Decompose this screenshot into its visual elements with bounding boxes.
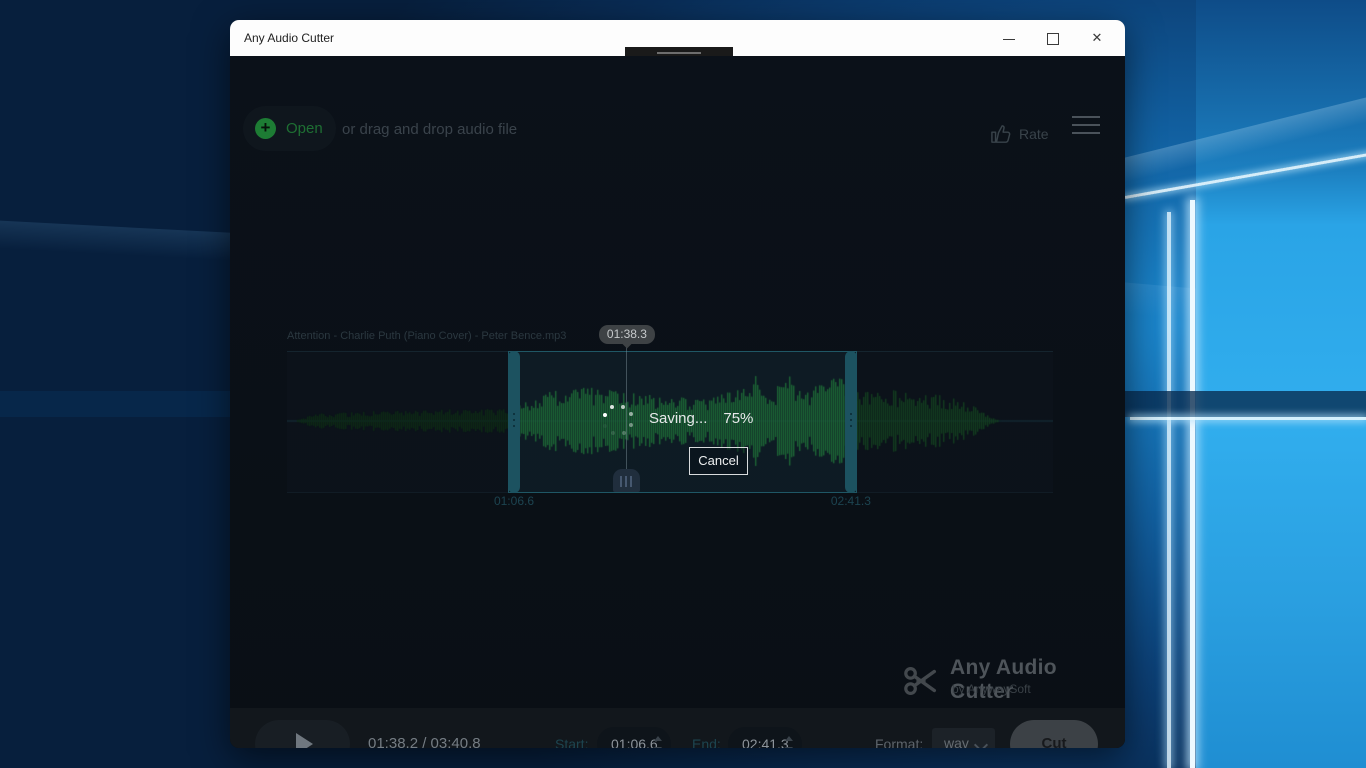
grip-slot-icon bbox=[620, 476, 622, 487]
app-window: Any Audio Cutter ✕ + Open or drag and dr… bbox=[230, 20, 1125, 748]
grip-dot-icon bbox=[850, 419, 852, 421]
thumbs-up-icon bbox=[990, 124, 1012, 144]
spinner-arrows-icon[interactable] bbox=[785, 735, 793, 748]
drag-drop-hint: or drag and drop audio file bbox=[342, 121, 517, 138]
minimize-icon bbox=[1003, 39, 1015, 40]
window-title: Any Audio Cutter bbox=[244, 20, 334, 56]
grip-slot-icon bbox=[625, 476, 627, 487]
selection-end-handle[interactable] bbox=[845, 351, 857, 493]
format-value: wav bbox=[944, 728, 969, 748]
play-button[interactable] bbox=[255, 720, 350, 748]
chevron-down-icon bbox=[974, 738, 988, 748]
hamburger-icon bbox=[1072, 132, 1100, 134]
minimize-button[interactable] bbox=[987, 20, 1031, 56]
selection-start-time: 01:06.6 bbox=[494, 494, 534, 508]
start-label: Start: bbox=[555, 708, 588, 748]
close-icon: ✕ bbox=[1075, 20, 1119, 56]
playback-time-display: 01:38.2 / 03:40.8 bbox=[368, 708, 481, 748]
end-label: End: bbox=[692, 708, 721, 748]
grip-slot-icon bbox=[630, 476, 632, 487]
start-time-input[interactable]: 01:06.6 bbox=[597, 727, 671, 748]
saving-status: Saving... 75% bbox=[649, 410, 753, 427]
window-controls: ✕ bbox=[987, 20, 1119, 56]
selection-end-time: 02:41.3 bbox=[831, 494, 871, 508]
hamburger-icon bbox=[1072, 124, 1100, 126]
play-icon bbox=[296, 733, 313, 748]
maximize-button[interactable] bbox=[1031, 20, 1075, 56]
brand-name: Any Audio Cutter bbox=[950, 656, 1122, 704]
maximize-icon bbox=[1047, 33, 1059, 45]
playhead-time-bubble[interactable]: 01:38.3 bbox=[599, 325, 655, 344]
arrow-down-icon bbox=[654, 747, 662, 748]
format-dropdown[interactable]: wav bbox=[932, 728, 995, 748]
start-time-value: 01:06.6 bbox=[611, 727, 658, 748]
close-button[interactable]: ✕ bbox=[1075, 20, 1119, 56]
desktop: Any Audio Cutter ✕ + Open or drag and dr… bbox=[0, 0, 1366, 768]
grip-dot-icon bbox=[513, 425, 515, 427]
grip-dot-icon bbox=[850, 425, 852, 427]
app-content: + Open or drag and drop audio file Rate … bbox=[230, 56, 1125, 748]
arrow-up-icon bbox=[654, 736, 662, 741]
end-time-value: 02:41.3 bbox=[742, 727, 789, 748]
open-button-label: Open bbox=[286, 106, 323, 151]
scissors-icon bbox=[902, 662, 940, 700]
end-time-input[interactable]: 02:41.3 bbox=[728, 727, 802, 748]
grip-dot-icon bbox=[850, 413, 852, 415]
progress-percent: 75% bbox=[723, 410, 753, 427]
format-label: Format: bbox=[875, 708, 923, 748]
hamburger-icon bbox=[1072, 116, 1100, 118]
rate-button[interactable]: Rate bbox=[990, 114, 1052, 154]
app-logo: Any Audio Cutter by AnywaySoft bbox=[902, 654, 1122, 710]
waveform-track[interactable]: 01:38.3 Saving...75% Cancel bbox=[287, 351, 1053, 493]
saving-label: Saving... bbox=[649, 410, 707, 427]
selection-start-handle[interactable] bbox=[508, 351, 520, 493]
cut-button[interactable]: Cut bbox=[1010, 720, 1098, 748]
grip-dot-icon bbox=[513, 419, 515, 421]
open-button[interactable]: + Open bbox=[243, 106, 336, 151]
plus-icon: + bbox=[255, 118, 276, 139]
wallpaper-glow-line bbox=[1190, 200, 1195, 768]
arrow-down-icon bbox=[785, 747, 793, 748]
hamburger-menu-button[interactable] bbox=[1072, 116, 1100, 138]
arrow-up-icon bbox=[785, 736, 793, 741]
handle-line-icon bbox=[657, 52, 701, 54]
grip-dot-icon bbox=[513, 413, 515, 415]
rate-label: Rate bbox=[1019, 126, 1049, 142]
selection-times: 01:06.6 02:41.3 bbox=[287, 494, 1053, 512]
brand-byline: by AnywaySoft bbox=[952, 682, 1031, 696]
transport-bar: 01:38.2 / 03:40.8 Start: 01:06.6 End: 02… bbox=[230, 708, 1125, 748]
cancel-button[interactable]: Cancel bbox=[689, 447, 748, 475]
wallpaper-glow-line bbox=[1130, 417, 1366, 420]
spinner-arrows-icon[interactable] bbox=[654, 735, 662, 748]
playhead-drag-handle[interactable] bbox=[613, 469, 640, 492]
audio-filename: Attention - Charlie Puth (Piano Cover) -… bbox=[287, 330, 566, 342]
wallpaper-glow-line bbox=[1167, 212, 1171, 768]
